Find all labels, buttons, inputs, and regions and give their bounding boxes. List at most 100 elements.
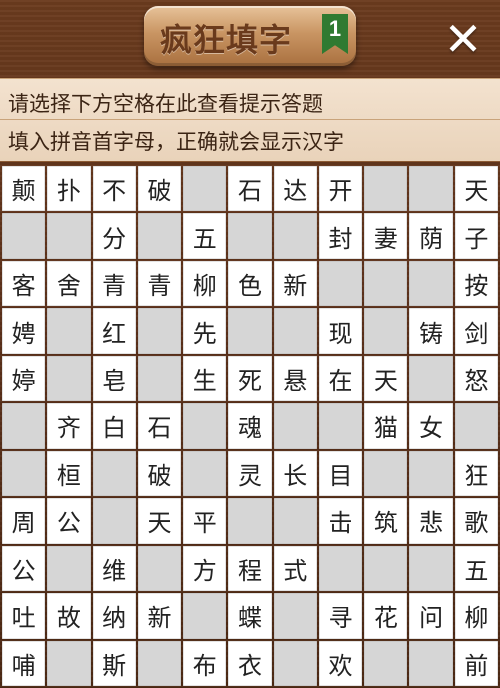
grid-cell-filled[interactable]: 舍 [47, 260, 91, 307]
grid-cell-filled[interactable]: 天 [364, 355, 408, 402]
grid-cell-filled[interactable]: 前 [454, 640, 498, 686]
grid-cell-filled[interactable]: 娉 [2, 308, 46, 354]
grid-cell-filled[interactable]: 妻 [364, 213, 408, 259]
grid-cell-blank [409, 166, 453, 212]
grid-cell-filled[interactable]: 剑 [454, 308, 498, 354]
grid-cell-filled[interactable]: 击 [318, 498, 363, 544]
grid-cell-filled[interactable]: 生 [183, 355, 227, 402]
grid-cell-filled[interactable]: 吐 [2, 593, 46, 639]
grid-cell-blank [409, 545, 453, 592]
grid-cell-filled[interactable]: 蝶 [228, 593, 272, 639]
grid-cell-filled[interactable]: 长 [273, 450, 317, 497]
grid-cell-filled[interactable]: 平 [183, 498, 227, 544]
grid-cell-filled[interactable]: 衣 [228, 640, 272, 686]
grid-cell-filled[interactable]: 开 [318, 166, 363, 212]
grid-cell-filled[interactable]: 先 [183, 308, 227, 354]
grid-cell-filled[interactable]: 故 [47, 593, 91, 639]
grid-cell-filled[interactable]: 柳 [183, 260, 227, 307]
grid-cell-filled[interactable]: 公 [47, 498, 91, 544]
grid-cell-filled[interactable]: 红 [92, 308, 136, 354]
grid-cell-filled[interactable]: 石 [228, 166, 272, 212]
title-plaque: 疯狂填字 1 [144, 6, 356, 66]
grid-cell-filled[interactable]: 花 [364, 593, 408, 639]
grid-cell-blank [47, 545, 91, 592]
level-badge: 1 [322, 14, 348, 54]
grid-cell-blank [183, 450, 227, 497]
grid-cell-filled[interactable]: 颠 [2, 166, 46, 212]
grid-cell-filled[interactable]: 天 [454, 166, 498, 212]
grid-cell-filled[interactable]: 石 [137, 403, 182, 449]
grid-cell-filled[interactable]: 子 [454, 213, 498, 259]
grid-cell-blank [318, 545, 363, 592]
grid-cell-filled[interactable]: 纳 [92, 593, 136, 639]
grid-cell-filled[interactable]: 新 [137, 593, 182, 639]
grid-cell-blank [92, 498, 136, 544]
grid-cell-filled[interactable]: 悲 [409, 498, 453, 544]
grid-cell-filled[interactable]: 分 [92, 213, 136, 259]
grid-cell-filled[interactable]: 齐 [47, 403, 91, 449]
grid-cell-filled[interactable]: 客 [2, 260, 46, 307]
grid-cell-filled[interactable]: 铸 [409, 308, 453, 354]
grid-cell-filled[interactable]: 色 [228, 260, 272, 307]
grid-cell-blank [47, 213, 91, 259]
grid-cell-blank [137, 355, 182, 402]
crossword-grid: 颠扑不破石达开天分五封妻荫子客舍青青柳色新按娉红先现铸剑婷皂生死悬在天怒齐白石魂… [2, 166, 498, 686]
grid-cell-filled[interactable]: 筑 [364, 498, 408, 544]
grid-cell-filled[interactable]: 问 [409, 593, 453, 639]
grid-cell-filled[interactable]: 皂 [92, 355, 136, 402]
grid-cell-filled[interactable]: 五 [183, 213, 227, 259]
grid-cell-filled[interactable]: 破 [137, 450, 182, 497]
grid-cell-filled[interactable]: 公 [2, 545, 46, 592]
grid-cell-filled[interactable]: 歌 [454, 498, 498, 544]
grid-cell-filled[interactable]: 按 [454, 260, 498, 307]
grid-cell-filled[interactable]: 悬 [273, 355, 317, 402]
grid-cell-filled[interactable]: 式 [273, 545, 317, 592]
grid-cell-filled[interactable]: 怒 [454, 355, 498, 402]
grid-cell-filled[interactable]: 扑 [47, 166, 91, 212]
grid-cell-filled[interactable]: 死 [228, 355, 272, 402]
grid-cell-blank [273, 308, 317, 354]
grid-cell-filled[interactable]: 新 [273, 260, 317, 307]
grid-cell-blank [137, 640, 182, 686]
grid-cell-filled[interactable]: 女 [409, 403, 453, 449]
grid-cell-filled[interactable]: 猫 [364, 403, 408, 449]
grid-cell-filled[interactable]: 五 [454, 545, 498, 592]
grid-cell-filled[interactable]: 斯 [92, 640, 136, 686]
grid-cell-blank [409, 260, 453, 307]
grid-cell-blank [364, 640, 408, 686]
grid-cell-filled[interactable]: 维 [92, 545, 136, 592]
grid-cell-filled[interactable]: 白 [92, 403, 136, 449]
grid-cell-filled[interactable]: 哺 [2, 640, 46, 686]
grid-cell-filled[interactable]: 寻 [318, 593, 363, 639]
grid-cell-filled[interactable]: 周 [2, 498, 46, 544]
grid-cell-filled[interactable]: 柳 [454, 593, 498, 639]
grid-cell-filled[interactable]: 布 [183, 640, 227, 686]
grid-cell-filled[interactable]: 程 [228, 545, 272, 592]
grid-cell-filled[interactable]: 青 [137, 260, 182, 307]
grid-cell-filled[interactable]: 欢 [318, 640, 363, 686]
grid-cell-filled[interactable]: 封 [318, 213, 363, 259]
grid-cell-blank [364, 545, 408, 592]
grid-cell-filled[interactable]: 达 [273, 166, 317, 212]
grid-cell-filled[interactable]: 桓 [47, 450, 91, 497]
grid-cell-filled[interactable]: 在 [318, 355, 363, 402]
grid-cell-filled[interactable]: 现 [318, 308, 363, 354]
grid-cell-filled[interactable]: 方 [183, 545, 227, 592]
grid-cell-blank [228, 498, 272, 544]
grid-cell-filled[interactable]: 灵 [228, 450, 272, 497]
hint-text-line-1: 请选择下方空格在此查看提示答题 [8, 92, 323, 116]
grid-cell-filled[interactable]: 破 [137, 166, 182, 212]
grid-cell-filled[interactable]: 青 [92, 260, 136, 307]
grid-cell-filled[interactable]: 婷 [2, 355, 46, 402]
grid-cell-filled[interactable]: 不 [92, 166, 136, 212]
grid-cell-blank [228, 308, 272, 354]
grid-cell-filled[interactable]: 天 [137, 498, 182, 544]
grid-cell-blank [409, 640, 453, 686]
grid-cell-filled[interactable]: 狂 [454, 450, 498, 497]
close-button[interactable]: ✕ [438, 14, 488, 64]
grid-cell-filled[interactable]: 目 [318, 450, 363, 497]
grid-cell-filled[interactable]: 魂 [228, 403, 272, 449]
grid-cell-filled[interactable]: 荫 [409, 213, 453, 259]
grid-cell-blank [47, 355, 91, 402]
grid-cell-blank [47, 308, 91, 354]
